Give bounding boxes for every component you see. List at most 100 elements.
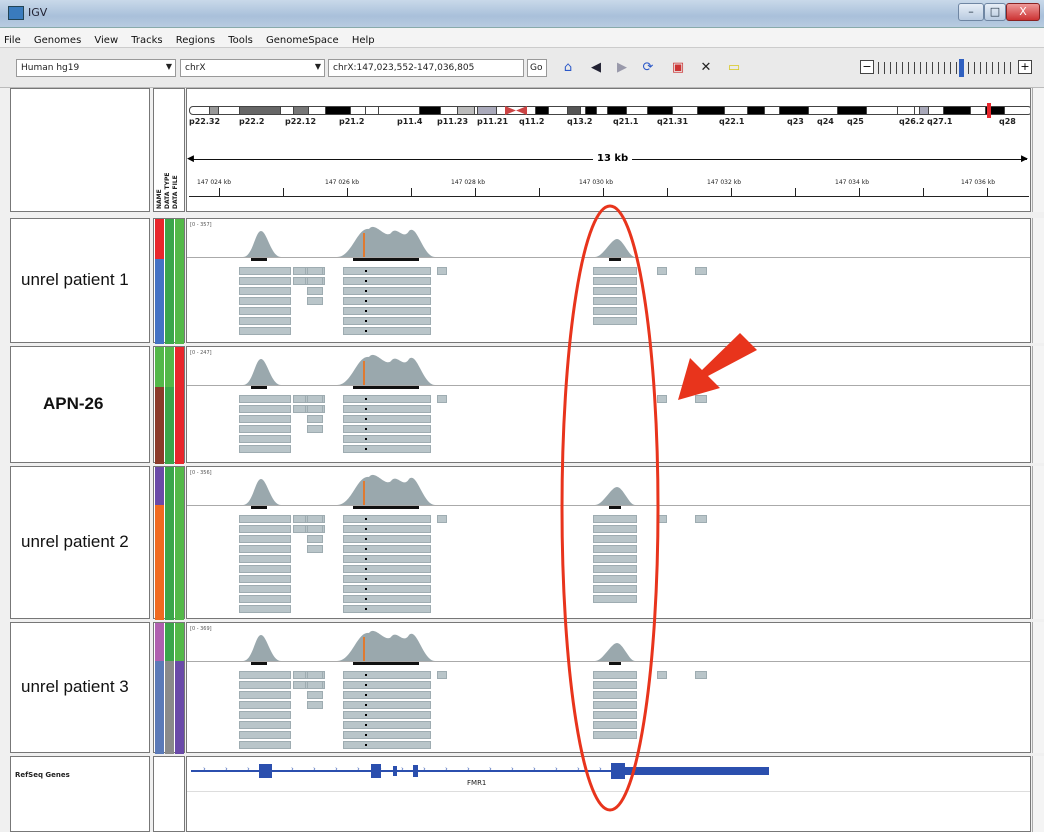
aligned-read[interactable] bbox=[307, 297, 323, 305]
track-scrollbar[interactable] bbox=[1032, 466, 1044, 619]
aligned-read[interactable] bbox=[593, 731, 637, 739]
aligned-read[interactable] bbox=[239, 297, 291, 305]
aligned-read[interactable] bbox=[437, 671, 447, 679]
close-button[interactable]: X bbox=[1006, 3, 1040, 21]
track-attribute-cell[interactable] bbox=[153, 622, 185, 754]
refseq-scrollbar[interactable] bbox=[1032, 756, 1044, 832]
aligned-read[interactable] bbox=[343, 605, 431, 613]
aligned-read[interactable] bbox=[239, 731, 291, 739]
aligned-read[interactable] bbox=[307, 515, 323, 523]
aligned-read[interactable] bbox=[657, 267, 667, 275]
aligned-read[interactable] bbox=[343, 415, 431, 423]
zoom-slider-thumb[interactable] bbox=[959, 59, 964, 77]
aligned-read[interactable] bbox=[657, 671, 667, 679]
aligned-read[interactable] bbox=[343, 741, 431, 749]
aligned-read[interactable] bbox=[593, 701, 637, 709]
aligned-read[interactable] bbox=[437, 267, 447, 275]
track-scrollbar[interactable] bbox=[1032, 346, 1044, 463]
aligned-read[interactable] bbox=[239, 425, 291, 433]
aligned-read[interactable] bbox=[307, 395, 323, 403]
aligned-read[interactable] bbox=[239, 711, 291, 719]
zoom-out-button[interactable]: − bbox=[860, 60, 874, 74]
aligned-read[interactable] bbox=[343, 307, 431, 315]
zoom-control[interactable]: − + bbox=[860, 58, 1032, 78]
track-name-cell[interactable]: unrel patient 3 bbox=[10, 622, 150, 753]
track-name-cell[interactable]: unrel patient 2 bbox=[10, 466, 150, 619]
aligned-read[interactable] bbox=[239, 277, 291, 285]
aligned-read[interactable] bbox=[343, 297, 431, 305]
aligned-read[interactable] bbox=[593, 711, 637, 719]
header-scrollbar[interactable] bbox=[1032, 88, 1044, 212]
aligned-read[interactable] bbox=[593, 681, 637, 689]
aligned-read[interactable] bbox=[239, 585, 291, 593]
aligned-read[interactable] bbox=[343, 731, 431, 739]
aligned-read[interactable] bbox=[593, 721, 637, 729]
aligned-read[interactable] bbox=[593, 277, 637, 285]
menu-tracks[interactable]: Tracks bbox=[127, 32, 166, 49]
track-name-cell[interactable]: APN-26 bbox=[10, 346, 150, 463]
aligned-read[interactable] bbox=[239, 575, 291, 583]
aligned-read[interactable] bbox=[593, 555, 637, 563]
aligned-read[interactable] bbox=[657, 515, 667, 523]
aligned-read[interactable] bbox=[343, 681, 431, 689]
aligned-read[interactable] bbox=[437, 515, 447, 523]
aligned-read[interactable] bbox=[307, 415, 323, 423]
menu-tools[interactable]: Tools bbox=[224, 32, 257, 49]
aligned-read[interactable] bbox=[239, 681, 291, 689]
track-attribute-cell[interactable] bbox=[153, 346, 185, 464]
aligned-read[interactable] bbox=[695, 267, 707, 275]
aligned-read[interactable] bbox=[343, 287, 431, 295]
home-icon[interactable]: ⌂ bbox=[558, 58, 578, 78]
aligned-read[interactable] bbox=[343, 671, 431, 679]
aligned-read[interactable] bbox=[239, 415, 291, 423]
aligned-read[interactable] bbox=[239, 287, 291, 295]
aligned-read[interactable] bbox=[307, 681, 323, 689]
menu-view[interactable]: View bbox=[90, 32, 122, 49]
aligned-read[interactable] bbox=[239, 317, 291, 325]
aligned-read[interactable] bbox=[239, 327, 291, 335]
aligned-read[interactable] bbox=[343, 405, 431, 413]
aligned-read[interactable] bbox=[343, 565, 431, 573]
attr-name-header[interactable]: NAME bbox=[156, 149, 164, 209]
track-attribute-cell[interactable] bbox=[153, 218, 185, 344]
aligned-read[interactable] bbox=[239, 525, 291, 533]
aligned-read[interactable] bbox=[593, 565, 637, 573]
aligned-read[interactable] bbox=[343, 327, 431, 335]
aligned-read[interactable] bbox=[239, 741, 291, 749]
alignment-track[interactable]: [0 - 247] bbox=[186, 346, 1031, 463]
aligned-read[interactable] bbox=[593, 545, 637, 553]
aligned-read[interactable] bbox=[343, 555, 431, 563]
aligned-read[interactable] bbox=[239, 515, 291, 523]
aligned-read[interactable] bbox=[343, 425, 431, 433]
menu-file[interactable]: File bbox=[0, 32, 25, 49]
aligned-read[interactable] bbox=[307, 267, 323, 275]
aligned-read[interactable] bbox=[239, 445, 291, 453]
aligned-read[interactable] bbox=[239, 435, 291, 443]
aligned-read[interactable] bbox=[593, 307, 637, 315]
aligned-read[interactable] bbox=[239, 535, 291, 543]
aligned-read[interactable] bbox=[695, 671, 707, 679]
aligned-read[interactable] bbox=[343, 535, 431, 543]
refseq-name-cell[interactable]: RefSeq Genes bbox=[10, 756, 150, 832]
aligned-read[interactable] bbox=[343, 317, 431, 325]
aligned-read[interactable] bbox=[343, 721, 431, 729]
track-scrollbar[interactable] bbox=[1032, 218, 1044, 343]
zoom-in-button[interactable]: + bbox=[1018, 60, 1032, 74]
refresh-icon[interactable]: ⟳ bbox=[638, 58, 658, 78]
aligned-read[interactable] bbox=[307, 545, 323, 553]
aligned-read[interactable] bbox=[307, 425, 323, 433]
aligned-read[interactable] bbox=[307, 277, 323, 285]
aligned-read[interactable] bbox=[239, 555, 291, 563]
aligned-read[interactable] bbox=[657, 395, 667, 403]
forward-icon[interactable]: ▶ bbox=[612, 58, 632, 78]
aligned-read[interactable] bbox=[593, 287, 637, 295]
aligned-read[interactable] bbox=[593, 575, 637, 583]
refseq-data-panel[interactable]: ››››››››››››››››››› FMR1 bbox=[186, 756, 1031, 832]
go-button[interactable]: Go bbox=[527, 59, 547, 77]
aligned-read[interactable] bbox=[343, 711, 431, 719]
aligned-read[interactable] bbox=[239, 267, 291, 275]
genome-select[interactable]: Human hg19 ▼ bbox=[16, 59, 176, 77]
alignment-track[interactable]: [0 - 356] bbox=[186, 466, 1031, 619]
back-icon[interactable]: ◀ bbox=[586, 58, 606, 78]
aligned-read[interactable] bbox=[307, 671, 323, 679]
